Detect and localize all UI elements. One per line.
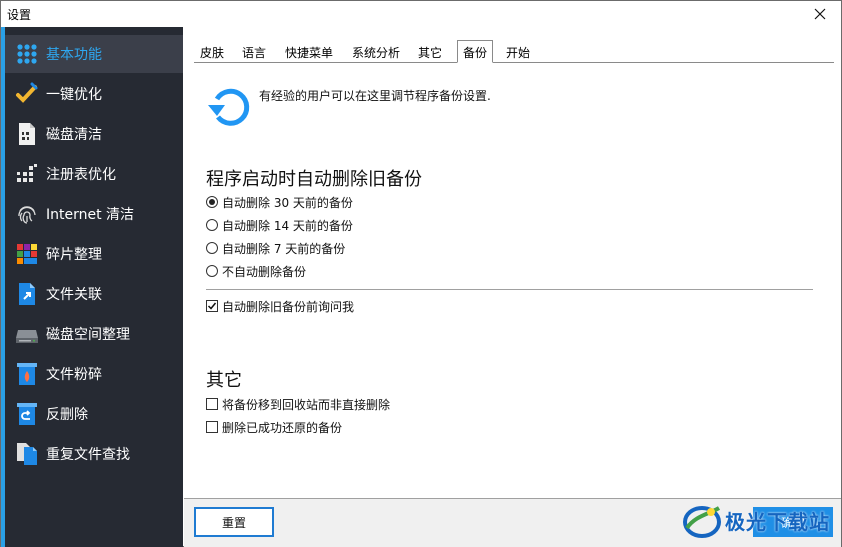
- auto-delete-section-title: 程序启动时自动删除旧备份: [206, 169, 422, 190]
- checkbox[interactable]: [206, 398, 218, 410]
- hard-drive-icon: [15, 322, 39, 346]
- tab-start[interactable]: 开始: [506, 44, 530, 61]
- sidebar-item-label: 一键优化: [46, 87, 102, 103]
- sidebar-item-defrag[interactable]: 碎片整理: [5, 235, 183, 273]
- checkmark-icon: [207, 302, 217, 310]
- settings-tabs: 皮肤 语言 快捷菜单 系统分析 其它 备份 开始: [194, 39, 834, 63]
- tab-language[interactable]: 语言: [242, 44, 266, 61]
- sidebar-item-label: 磁盘清洁: [46, 127, 102, 143]
- fingerprint-icon: [15, 202, 39, 226]
- shredder-icon: [15, 362, 39, 386]
- sidebar-item-label: 磁盘空间整理: [46, 327, 130, 343]
- sidebar-item-label: 注册表优化: [46, 167, 116, 183]
- other-section-title: 其它: [206, 370, 242, 391]
- radio-button[interactable]: [206, 242, 218, 254]
- sidebar-item-label: 文件粉碎: [46, 367, 102, 383]
- title-bar: 设置: [1, 1, 841, 27]
- radio-label: 自动删除 30 天前的备份: [222, 195, 353, 210]
- tab-other[interactable]: 其它: [418, 44, 442, 61]
- file-shortcut-icon: [15, 282, 39, 306]
- checkbox[interactable]: [206, 300, 218, 312]
- duplicate-files-icon: [15, 442, 39, 466]
- radio-delete-14-days[interactable]: 自动删除 14 天前的备份: [206, 217, 353, 233]
- sidebar-item-duplicate-finder[interactable]: 重复文件查找: [5, 435, 183, 473]
- checkbox-delete-restored-backups[interactable]: 删除已成功还原的备份: [206, 419, 342, 435]
- radio-button[interactable]: [206, 265, 218, 277]
- sidebar-item-label: 文件关联: [46, 287, 102, 303]
- sidebar-item-basic-functions[interactable]: 基本功能: [5, 35, 183, 73]
- checkbox-move-to-recycle-bin[interactable]: 将备份移到回收站而非直接删除: [206, 396, 390, 412]
- footer-bar: [184, 499, 841, 547]
- radio-button[interactable]: [206, 219, 218, 231]
- sidebar-item-file-association[interactable]: 文件关联: [5, 275, 183, 313]
- checkbox-label: 自动删除旧备份前询问我: [222, 299, 355, 314]
- tab-skin[interactable]: 皮肤: [200, 44, 224, 61]
- refresh-icon: [208, 88, 250, 126]
- defrag-icon: [15, 242, 39, 266]
- radio-label: 不自动删除备份: [222, 264, 307, 279]
- radio-label: 自动删除 14 天前的备份: [222, 218, 353, 233]
- sidebar-item-disk-space[interactable]: 磁盘空间整理: [5, 315, 183, 353]
- registry-dots-icon: [15, 162, 39, 186]
- ok-button[interactable]: 确定: [753, 507, 833, 537]
- radio-no-auto-delete[interactable]: 不自动删除备份: [206, 263, 306, 279]
- tab-system-analysis[interactable]: 系统分析: [352, 44, 400, 61]
- sidebar-item-label: Internet 清洁: [46, 207, 135, 223]
- sidebar-item-disk-clean[interactable]: 磁盘清洁: [5, 115, 183, 153]
- sidebar-item-registry-optimize[interactable]: 注册表优化: [5, 155, 183, 193]
- close-button[interactable]: [803, 2, 837, 26]
- sidebar-item-label: 重复文件查找: [46, 447, 130, 463]
- grid-dots-icon: [15, 42, 39, 66]
- sidebar-item-one-click-optimize[interactable]: 一键优化: [5, 75, 183, 113]
- radio-delete-7-days[interactable]: 自动删除 7 天前的备份: [206, 240, 345, 256]
- disk-file-icon: [15, 122, 39, 146]
- backup-info-text: 有经验的用户可以在这里调节程序备份设置.: [259, 89, 491, 103]
- sidebar-item-label: 基本功能: [46, 47, 102, 63]
- radio-button[interactable]: [206, 196, 218, 208]
- checkbox-ask-before-delete[interactable]: 自动删除旧备份前询问我: [206, 298, 354, 314]
- undelete-icon: [15, 402, 39, 426]
- sidebar-item-undelete[interactable]: 反删除: [5, 395, 183, 433]
- checkbox-label: 删除已成功还原的备份: [222, 420, 343, 435]
- section-divider: [206, 289, 813, 290]
- close-icon: [814, 8, 826, 20]
- checkbox[interactable]: [206, 421, 218, 433]
- tab-context-menu[interactable]: 快捷菜单: [285, 44, 333, 61]
- radio-label: 自动删除 7 天前的备份: [222, 241, 346, 256]
- checkbox-label: 将备份移到回收站而非直接删除: [222, 397, 391, 412]
- tab-backup[interactable]: 备份: [457, 40, 494, 63]
- settings-window: 设置 基本功能 一键优化 磁盘清洁 注册表优化 Internet 清洁 碎片整理…: [0, 0, 842, 547]
- sidebar: 基本功能 一键优化 磁盘清洁 注册表优化 Internet 清洁 碎片整理 文件…: [1, 27, 183, 547]
- sidebar-item-label: 碎片整理: [46, 247, 102, 263]
- reset-button[interactable]: 重置: [194, 507, 274, 537]
- sidebar-item-label: 反删除: [46, 407, 88, 423]
- sidebar-item-file-shredder[interactable]: 文件粉碎: [5, 355, 183, 393]
- sidebar-item-internet-clean[interactable]: Internet 清洁: [5, 195, 183, 233]
- magic-wand-icon: [15, 82, 39, 106]
- window-title: 设置: [7, 8, 32, 22]
- radio-delete-30-days[interactable]: 自动删除 30 天前的备份: [206, 194, 353, 210]
